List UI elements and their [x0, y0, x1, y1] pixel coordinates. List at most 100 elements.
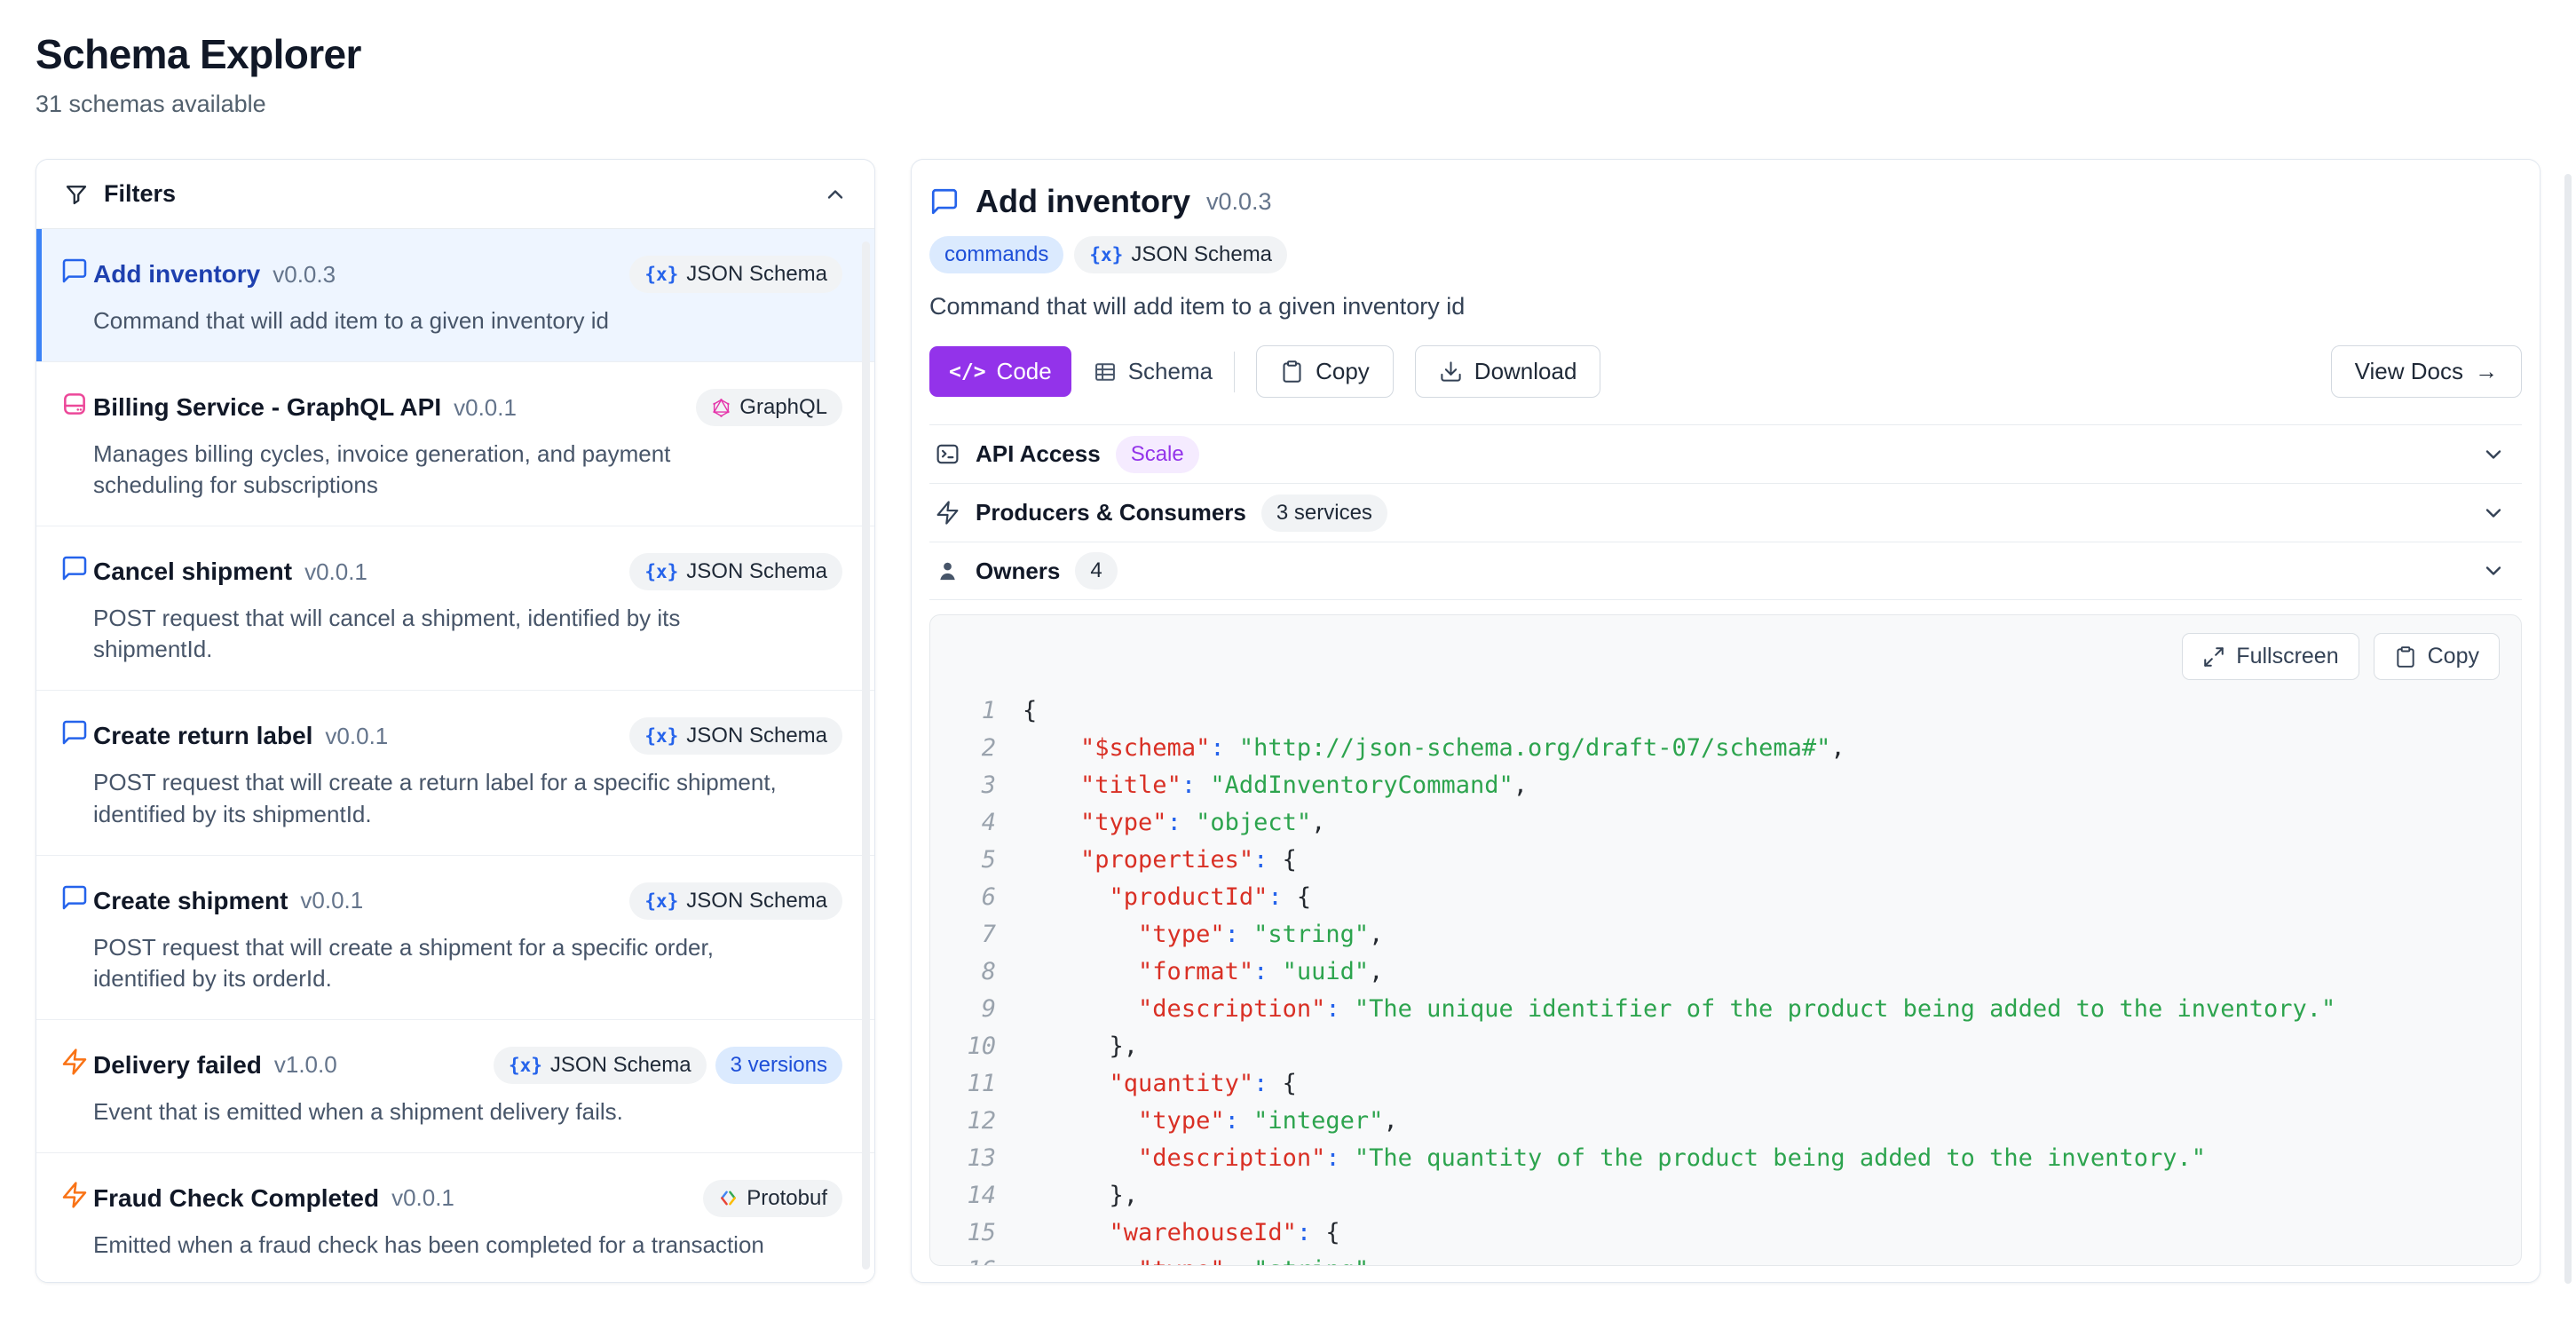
badge-json-schema: {x}JSON Schema	[629, 882, 842, 920]
schema-list-item-create-shipment[interactable]: Create shipment v0.0.1 {x}JSON Schema PO…	[36, 856, 874, 1020]
schema-item-header: Cancel shipment v0.0.1 {x}JSON Schema	[93, 553, 842, 590]
view-docs-button[interactable]: View Docs →	[2331, 345, 2522, 398]
json-schema-icon: {x}	[644, 561, 678, 582]
copy-code-button[interactable]: Copy	[2374, 633, 2500, 680]
code-editor[interactable]: 1{ 2 "$schema": "http://json-schema.org/…	[946, 692, 2500, 1265]
schema-item-header: Fraud Check Completed v0.0.1 Protobuf	[93, 1180, 842, 1217]
schema-item-title: Add inventory	[93, 260, 260, 289]
section-badge: Scale	[1116, 436, 1199, 473]
copy-button[interactable]: Copy	[1256, 345, 1394, 398]
json-schema-icon: {x}	[644, 264, 678, 285]
schema-item-version: v1.0.0	[274, 1051, 337, 1079]
schema-item-version: v0.0.1	[454, 394, 517, 422]
chat-bubble-icon	[60, 883, 89, 912]
schema-list-item-fraud-check-completed[interactable]: Fraud Check Completed v0.0.1 Protobuf Em…	[36, 1153, 874, 1282]
code-line: 4 "type": "object",	[946, 804, 2500, 842]
detail-sections: API Access Scale Producers & Consumers 3…	[929, 424, 2522, 600]
badge-3-versions: 3 versions	[715, 1047, 842, 1084]
detail-version: v0.0.3	[1206, 188, 1272, 216]
section-badge: 3 services	[1261, 494, 1387, 532]
schema-item-header: Add inventory v0.0.3 {x}JSON Schema	[93, 256, 842, 293]
code-line: 1{	[946, 692, 2500, 730]
schema-item-version: v0.0.3	[273, 261, 336, 289]
schema-explorer-page: Schema Explorer 31 schemas available Fil…	[0, 0, 2576, 1283]
line-number: 13	[946, 1140, 996, 1177]
badge-json-schema: {x}JSON Schema	[629, 553, 842, 590]
schema-item-title: Create return label	[93, 722, 312, 750]
code-line: 16 "type": "string"	[946, 1252, 2500, 1265]
chat-bubble-icon	[929, 186, 960, 217]
schema-list-item-create-return-label[interactable]: Create return label v0.0.1 {x}JSON Schem…	[36, 691, 874, 855]
badge-protobuf: Protobuf	[703, 1180, 842, 1217]
page-scrollbar[interactable]	[2564, 174, 2572, 1284]
download-button[interactable]: Download	[1415, 345, 1601, 398]
schema-item-title: Billing Service - GraphQL API	[93, 393, 441, 422]
code-line: 5 "properties": {	[946, 842, 2500, 879]
schema-item-header: Delivery failed v1.0.0 {x}JSON Schema3 v…	[93, 1047, 842, 1084]
arrow-right-icon: →	[2475, 358, 2498, 385]
chevron-down-icon	[2481, 558, 2506, 583]
zap-icon	[935, 500, 960, 526]
schema-item-badges: GraphQL	[696, 389, 842, 426]
schema-item-badges: {x}JSON Schema	[629, 553, 842, 590]
section-producers-consumers[interactable]: Producers & Consumers 3 services	[929, 483, 2522, 542]
line-number: 2	[946, 730, 996, 767]
code-toolbar: Fullscreen Copy	[946, 633, 2500, 680]
line-number: 16	[946, 1252, 996, 1265]
code-line: 13 "description": "The quantity of the p…	[946, 1140, 2500, 1177]
schema-list-panel: Filters Add inventory v0.0.3 {x}JSON Sch…	[36, 159, 875, 1283]
detail-header: Add inventory v0.0.3	[929, 183, 2522, 220]
toolbar-divider	[1234, 352, 1235, 392]
schema-list-item-add-inventory[interactable]: Add inventory v0.0.3 {x}JSON Schema Comm…	[36, 229, 874, 362]
section-label: Owners	[976, 558, 1060, 585]
line-number: 15	[946, 1214, 996, 1252]
content: Filters Add inventory v0.0.3 {x}JSON Sch…	[36, 159, 2540, 1283]
schema-item-description: POST request that will create a shipment…	[93, 932, 778, 994]
line-number: 5	[946, 842, 996, 879]
schema-item-description: POST request that will create a return l…	[93, 767, 778, 829]
schema-item-description: Command that will add item to a given in…	[93, 305, 778, 336]
schema-list-item-billing-service-graphql-api[interactable]: Billing Service - GraphQL API v0.0.1 Gra…	[36, 362, 874, 526]
schema-item-badges: {x}JSON Schema	[629, 717, 842, 755]
code-line: 8 "format": "uuid",	[946, 953, 2500, 991]
protobuf-icon	[718, 1188, 739, 1208]
schema-list-item-cancel-shipment[interactable]: Cancel shipment v0.0.1 {x}JSON Schema PO…	[36, 526, 874, 691]
json-schema-icon: {x}	[644, 890, 678, 912]
zap-orange-icon	[60, 1048, 89, 1076]
schema-item-header: Create shipment v0.0.1 {x}JSON Schema	[93, 882, 842, 920]
user-icon	[935, 558, 960, 584]
line-number: 14	[946, 1177, 996, 1214]
code-panel: Fullscreen Copy 1{ 2 "$schema": "http://…	[929, 614, 2522, 1266]
line-number: 7	[946, 916, 996, 953]
json-schema-icon: {x}	[1089, 244, 1123, 265]
copy-code-label: Copy	[2428, 644, 2479, 669]
json-schema-icon: {x}	[509, 1055, 542, 1076]
line-number: 4	[946, 804, 996, 842]
section-owners[interactable]: Owners 4	[929, 542, 2522, 600]
filters-toggle[interactable]: Filters	[36, 160, 874, 229]
line-number: 3	[946, 767, 996, 804]
code-icon: </>	[949, 360, 986, 384]
clipboard-icon	[2394, 645, 2417, 668]
schema-list-item-delivery-failed[interactable]: Delivery failed v1.0.0 {x}JSON Schema3 v…	[36, 1020, 874, 1153]
fullscreen-icon	[2202, 645, 2225, 668]
section-badge: 4	[1075, 552, 1117, 589]
code-line: 12 "type": "integer",	[946, 1103, 2500, 1140]
badge-json-schema: {x}JSON Schema	[1074, 236, 1287, 273]
graphql-icon	[711, 398, 731, 418]
sidebar-scrollbar[interactable]	[862, 241, 870, 1270]
schema-tab-label: Schema	[1128, 358, 1213, 385]
fullscreen-button[interactable]: Fullscreen	[2182, 633, 2359, 680]
badge-json-schema: {x}JSON Schema	[494, 1047, 707, 1084]
code-line: 10 },	[946, 1028, 2500, 1065]
section-api-access[interactable]: API Access Scale	[929, 424, 2522, 483]
schema-item-title: Fraud Check Completed	[93, 1184, 379, 1213]
detail-title: Add inventory	[976, 183, 1190, 220]
line-number: 6	[946, 879, 996, 916]
code-tab-button[interactable]: </> Code	[929, 346, 1071, 397]
badge-json-schema: {x}JSON Schema	[629, 717, 842, 755]
schema-tab-button[interactable]: Schema	[1093, 358, 1213, 385]
schema-item-description: Emitted when a fraud check has been comp…	[93, 1230, 778, 1261]
detail-badges: commands{x}JSON Schema	[929, 236, 2522, 273]
detail-toolbar: </> Code Schema Copy	[929, 345, 2522, 398]
